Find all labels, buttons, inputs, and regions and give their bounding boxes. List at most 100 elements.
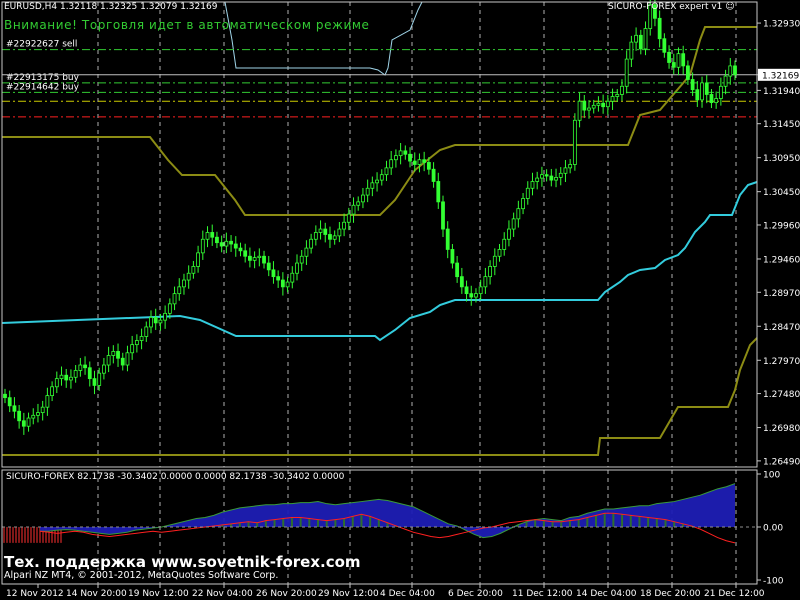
candle-bull	[54, 378, 59, 388]
candle-bear	[464, 286, 469, 295]
candle-bear	[455, 262, 460, 278]
candle-bull	[375, 179, 379, 184]
candle-bull	[605, 100, 610, 108]
candle-bear	[276, 276, 281, 281]
candle-bull	[304, 247, 309, 257]
y-tick-label: 1.26980	[763, 424, 800, 434]
y-tick-label: 1.27480	[763, 390, 800, 400]
candle-bear	[87, 367, 92, 380]
order-label: #22922627 sell	[6, 40, 77, 50]
candle-bear	[695, 89, 700, 101]
candle-bear	[657, 17, 662, 40]
candle-bull	[45, 395, 50, 408]
candle-bull	[417, 159, 422, 165]
candle-bull	[563, 167, 568, 174]
candle-bull	[379, 174, 384, 181]
candle-bull	[158, 319, 163, 324]
candle-bull	[365, 187, 370, 196]
candle-bear	[323, 228, 328, 235]
candle-bear	[116, 351, 120, 359]
candle-bull	[624, 58, 629, 87]
candle-bear	[21, 420, 26, 427]
candle-bull	[149, 317, 153, 328]
candle-bull	[78, 364, 83, 371]
candle-bull	[351, 204, 356, 215]
candle-bear	[671, 62, 676, 68]
candle-bear	[549, 175, 554, 181]
candle-bull	[40, 406, 45, 414]
candle-bull	[394, 155, 398, 161]
candle-bull	[497, 249, 502, 257]
candle-bull	[182, 279, 186, 288]
candle-bear	[229, 240, 233, 245]
candle-bull	[73, 370, 78, 378]
candle-bull	[540, 174, 544, 179]
candle-bull	[125, 352, 130, 366]
main-price-pane: #22922627 sell#22913175 buy#22914642 buy	[1, 0, 758, 467]
trading-chart: #22922627 sell#22913175 buy#22914642 buy…	[1, 0, 800, 599]
candle-bull	[507, 228, 511, 240]
candle-bull	[111, 351, 116, 356]
y-tick-label: 1.26490	[763, 457, 800, 467]
order-label: #22914642 buy	[6, 82, 80, 92]
candle-bull	[615, 94, 620, 97]
support-link[interactable]: Тех. поддержка www.sovetnik-forex.com	[4, 553, 361, 571]
candle-bull	[130, 344, 135, 354]
x-tick-label: 26 Nov 20:00	[256, 589, 317, 599]
candle-bear	[248, 255, 252, 261]
candle-bear	[403, 150, 408, 155]
candle-bull	[558, 172, 563, 178]
candle-bull	[285, 281, 290, 288]
candle-bull	[313, 232, 318, 240]
candle-bull	[370, 182, 375, 189]
x-tick-label: 22 Nov 04:00	[192, 589, 253, 599]
candle-bull	[196, 252, 200, 267]
candle-bull	[516, 208, 521, 220]
candle-bull	[723, 75, 728, 87]
candle-bull	[483, 276, 488, 288]
candle-bear	[280, 279, 285, 288]
candle-bull	[139, 336, 144, 341]
candle-bull	[587, 107, 591, 111]
channel-mid-line	[1, 181, 758, 342]
candle-bull	[205, 232, 210, 240]
candle-bear	[328, 234, 332, 240]
expert-advisor-label[interactable]: SICURO-FOREX expert v1 ☺	[608, 2, 735, 12]
candle-bear	[459, 276, 464, 288]
candle-bear	[153, 317, 158, 324]
candle-bull	[318, 228, 323, 233]
channel-upper-line	[2, 26, 757, 216]
y-tick-label: 1.29960	[763, 221, 800, 231]
candle-bull	[620, 85, 624, 95]
candle-bull	[488, 266, 492, 278]
candle-bull	[700, 82, 704, 101]
candle-bear	[17, 410, 22, 422]
candle-bear	[422, 159, 427, 163]
candle-bull	[31, 414, 36, 419]
copyright: Alpari NZ MT4, © 2001-2012, MetaQuotes S…	[4, 570, 279, 581]
candle-bull	[521, 198, 525, 210]
candle-bear	[262, 255, 266, 264]
y-tick-label: 1.28470	[763, 323, 800, 333]
x-tick-label: 4 Dec 04:00	[380, 589, 435, 599]
candle-bear	[243, 250, 248, 257]
candle-bull	[252, 257, 257, 261]
y-tick-label: 1.29460	[763, 255, 800, 265]
thin-trend-line	[224, 1, 423, 76]
candle-bear	[266, 262, 271, 271]
x-tick-label: 6 Dec 20:00	[448, 589, 503, 599]
candle-bull	[134, 340, 139, 346]
candle-bull	[568, 164, 573, 169]
candle-bull	[106, 355, 111, 366]
candle-bear	[601, 102, 606, 108]
candle-bull	[200, 238, 205, 254]
ind-y-tick-label: 100	[763, 471, 780, 481]
candle-bear	[686, 65, 690, 80]
candle-bear	[544, 174, 549, 177]
candle-bull	[295, 262, 299, 274]
candle-bull	[384, 167, 389, 176]
y-tick-label: 1.32930	[763, 20, 800, 30]
candle-bull	[332, 235, 337, 240]
channel-lower-line	[2, 337, 758, 456]
candle-bull	[299, 255, 304, 264]
